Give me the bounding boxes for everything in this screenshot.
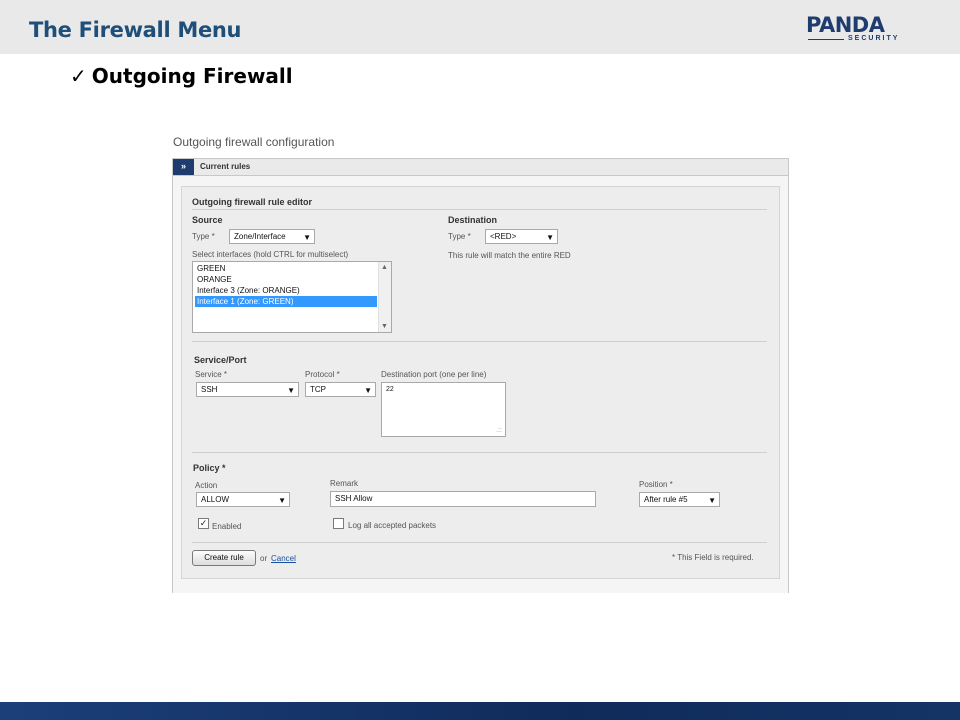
policy-heading: Policy * — [193, 463, 226, 473]
cancel-link[interactable]: Cancel — [271, 554, 296, 563]
source-type-label: Type * — [192, 232, 215, 241]
tab-bar: » Current rules — [172, 158, 789, 176]
service-port-heading: Service/Port — [194, 355, 247, 365]
action-value: ALLOW — [201, 495, 230, 504]
chevron-down-icon: ▼ — [287, 386, 295, 395]
enabled-checkbox[interactable]: ✓ — [198, 518, 209, 529]
or-text: or — [260, 554, 268, 563]
listbox-scrollbar[interactable]: ▲ ▼ — [378, 262, 391, 332]
chevron-down-icon: ▼ — [278, 496, 286, 505]
expand-arrow-icon[interactable]: » — [173, 159, 194, 175]
destination-heading: Destination — [448, 215, 498, 225]
tab-current-rules[interactable]: Current rules — [200, 162, 250, 171]
protocol-label: Protocol * — [305, 370, 340, 379]
chevron-down-icon: ▼ — [364, 386, 372, 395]
chevron-down-icon: ▼ — [546, 233, 554, 242]
divider — [192, 341, 767, 342]
source-type-value: Zone/Interface — [234, 232, 286, 241]
remark-label: Remark — [330, 479, 359, 488]
destination-type-select[interactable]: <RED> ▼ — [485, 229, 558, 244]
interfaces-listbox[interactable]: GREEN ORANGE Interface 3 (Zone: ORANGE) Int… — [192, 261, 392, 333]
remark-input[interactable]: SSH Allow — [330, 491, 596, 507]
logo-sub-text: SECURITY — [848, 35, 900, 42]
scroll-up-icon[interactable]: ▲ — [381, 264, 388, 271]
divider — [192, 209, 767, 210]
service-label: Service * — [195, 370, 228, 379]
position-select[interactable]: After rule #5 ▼ — [639, 492, 720, 507]
bullet-text: Outgoing Firewall — [91, 64, 293, 88]
source-type-select[interactable]: Zone/Interface ▼ — [229, 229, 315, 244]
interface-option[interactable]: Interface 1 (Zone: GREEN) — [195, 296, 377, 307]
chevron-down-icon: ▼ — [303, 233, 311, 242]
editor-title: Outgoing firewall rule editor — [192, 197, 313, 207]
logo-line — [808, 39, 844, 40]
action-label: Action — [195, 481, 218, 490]
footer-bar — [0, 702, 960, 720]
interface-option[interactable]: GREEN — [195, 263, 377, 274]
destination-port-label: Destination port (one per line) — [381, 370, 487, 379]
destination-port-value: 22 — [386, 386, 394, 393]
check-mark-icon: ✓ — [199, 518, 208, 528]
scroll-down-icon[interactable]: ▼ — [381, 323, 388, 330]
remark-value: SSH Allow — [335, 494, 373, 503]
destination-type-value: <RED> — [490, 232, 517, 241]
create-rule-button[interactable]: Create rule — [192, 550, 256, 566]
slide-title: The Firewall Menu — [29, 18, 242, 42]
enabled-label: Enabled — [212, 522, 242, 531]
logo-main-text: PANDA — [806, 13, 885, 37]
position-value: After rule #5 — [644, 495, 688, 504]
divider — [192, 452, 767, 453]
rule-editor-area: Outgoing firewall rule editor Source Typ… — [172, 176, 789, 593]
interface-option[interactable]: Interface 3 (Zone: ORANGE) — [195, 285, 377, 296]
service-value: SSH — [201, 385, 218, 394]
log-packets-label: Log all accepted packets — [348, 521, 437, 530]
protocol-value: TCP — [310, 385, 326, 394]
rule-editor-panel: Outgoing firewall rule editor Source Typ… — [181, 186, 780, 579]
destination-port-textarea[interactable]: 22 .:: — [381, 382, 506, 437]
bullet-heading: ✓ Outgoing Firewall — [70, 64, 293, 88]
panda-logo: PANDA SECURITY — [806, 14, 912, 44]
divider — [192, 542, 767, 543]
chevron-down-icon: ▼ — [708, 496, 716, 505]
destination-note: This rule will match the entire RED — [448, 251, 571, 260]
action-select[interactable]: ALLOW ▼ — [196, 492, 290, 507]
app-screenshot: Outgoing firewall configuration » Curren… — [172, 130, 790, 593]
source-heading: Source — [192, 215, 223, 225]
interface-option[interactable]: ORANGE — [195, 274, 377, 285]
destination-type-label: Type * — [448, 232, 471, 241]
interfaces-label: Select interfaces (hold CTRL for multise… — [192, 250, 349, 259]
protocol-select[interactable]: TCP ▼ — [305, 382, 376, 397]
service-select[interactable]: SSH ▼ — [196, 382, 299, 397]
required-note: * This Field is required. — [672, 553, 754, 562]
check-icon: ✓ — [70, 64, 87, 88]
resize-grip-icon[interactable]: .:: — [496, 427, 502, 434]
page-title: Outgoing firewall configuration — [173, 135, 335, 149]
position-label: Position * — [639, 480, 673, 489]
log-packets-checkbox[interactable] — [333, 518, 344, 529]
